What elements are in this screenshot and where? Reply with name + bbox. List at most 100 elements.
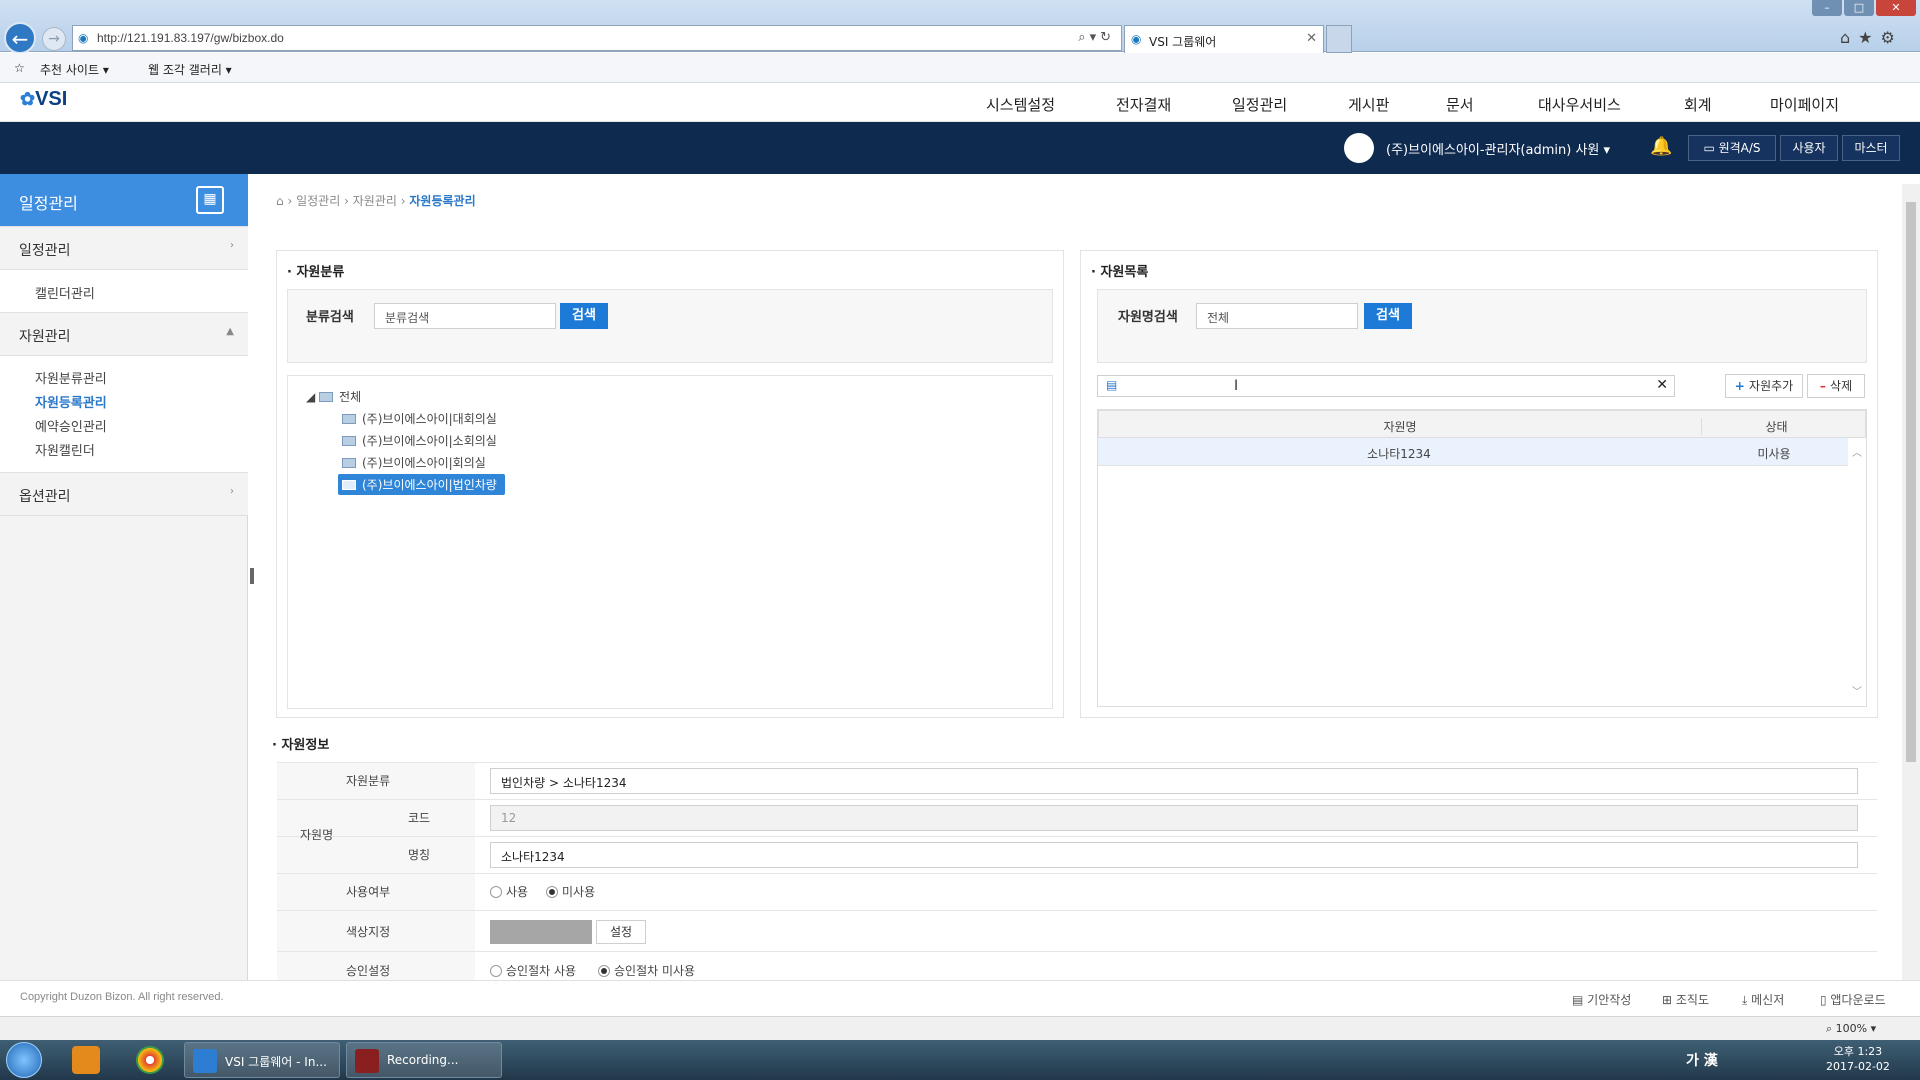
sidebar-group-schedule[interactable]: 일정관리 › [0,226,248,270]
home-icon[interactable]: ⌂ [276,194,284,208]
maximize-button[interactable]: □ [1844,0,1874,16]
sidebar-item-resource-register[interactable]: 자원등록관리 [35,392,107,411]
category-search-button[interactable]: 검색 [560,303,608,329]
tree-node[interactable]: (주)브이에스아이|회의실 [342,454,486,471]
breadcrumb-item[interactable]: 자원관리 [353,194,397,208]
favorite-item[interactable]: 추천 사이트 ▾ [40,61,109,78]
divider [277,873,1877,874]
sidebar-group-options[interactable]: 옵션관리 › [0,472,248,516]
category-search-label: 분류검색 [306,310,354,325]
address-tools-icon[interactable]: ⌕▾↻ [1078,30,1115,45]
usage-option-unused[interactable]: 미사용 [546,883,595,900]
breadcrumb-separator: › [287,194,293,208]
user-mode-button[interactable]: 사용자 [1780,135,1838,161]
new-tab-button[interactable] [1326,25,1352,53]
usage-option-use[interactable]: 사용 [490,883,528,900]
tree-node[interactable]: (주)브이에스아이|소회의실 [342,432,497,449]
footer-orgchart-link[interactable]: ⊞ 조직도 [1662,991,1709,1008]
nav-approval[interactable]: 전자결재 [1116,94,1171,115]
address-bar[interactable]: ◉ http://121.191.83.197/gw/bizbox.do ⌕▾↻ [72,25,1122,51]
tree-node-selected[interactable]: (주)브이에스아이|법인차량 [338,474,505,495]
footer-app-download-link[interactable]: ▯ 앱다운로드 [1820,991,1886,1008]
sidebar-item-resource-calendar[interactable]: 자원캘린더 [35,440,95,459]
nav-documents[interactable]: 문서 [1446,94,1474,115]
close-window-button[interactable]: ✕ [1876,0,1916,16]
home-icon[interactable]: ⌂ [1840,28,1858,47]
taskbar-task-recording[interactable]: Recording... [346,1042,502,1078]
task-label: Recording... [387,1053,459,1067]
calendar-icon[interactable]: ▦ [196,186,224,214]
notification-bell-icon[interactable]: 🔔 [1650,136,1672,157]
taskbar-task-ie[interactable]: VSI 그룹웨어 - In... [184,1042,340,1078]
scroll-up-icon[interactable]: ︿ [1852,444,1862,459]
download-icon: ⤓ [1742,993,1752,1007]
tab-close-icon[interactable]: ✕ [1306,31,1317,46]
nav-board[interactable]: 게시판 [1348,94,1389,115]
breadcrumb-item[interactable]: 일정관리 [296,194,340,208]
category-field-value: 법인차량 > 소나타1234 [490,768,1858,794]
tree-node[interactable]: (주)브이에스아이|대회의실 [342,410,497,427]
folder-icon [342,458,356,468]
clear-icon[interactable]: ✕ [1656,377,1668,393]
sidebar-header: 일정관리 ▦ [0,174,248,226]
start-button[interactable] [6,1042,42,1078]
settings-gear-icon[interactable]: ⚙ [1881,28,1903,47]
minimize-button[interactable]: – [1812,0,1842,16]
browser-tab[interactable]: ◉ VSI 그룹웨어 ✕ [1124,25,1324,53]
color-set-button[interactable]: 설정 [596,920,646,944]
media-player-icon[interactable] [72,1046,100,1074]
sidebar-collapse-handle[interactable] [250,568,254,584]
nav-mypage[interactable]: 마이페이지 [1770,94,1839,115]
zoom-level[interactable]: ⌕ 100% ▾ [1826,1022,1876,1036]
favorite-item[interactable]: 웹 조각 갤러리 ▾ [148,61,232,78]
scroll-down-icon[interactable]: ﹀ [1852,683,1862,698]
nav-system-settings[interactable]: 시스템설정 [986,94,1055,115]
favorites-star-icon[interactable]: ★ [1858,28,1880,47]
remote-support-button[interactable]: ▭ 원격A/S [1688,135,1776,161]
sidebar-item-calendar-manage[interactable]: 캘린더관리 [35,283,95,302]
footer-draft-link[interactable]: ▤ 기안작성 [1572,991,1631,1008]
master-mode-button[interactable]: 마스터 [1842,135,1900,161]
sidebar-item-resource-category[interactable]: 자원분류관리 [35,368,107,387]
logo[interactable]: ✿VSI [20,88,67,111]
zoom-value: 100% [1835,1022,1868,1035]
add-resource-button[interactable]: + 자원추가 [1725,374,1803,398]
forward-button[interactable]: → [42,27,66,51]
column-header-name[interactable]: 자원명 [1099,418,1701,435]
column-header-status[interactable]: 상태 [1701,418,1851,435]
grid-header: 자원명 상태 [1098,410,1866,438]
sidebar-group-resource[interactable]: 자원관리 ▲ [0,312,248,356]
chrome-icon[interactable] [136,1046,164,1074]
sidebar-item-reservation-approval[interactable]: 예약승인관리 [35,416,107,435]
tree-node-label: (주)브이에스아이|소회의실 [362,434,497,448]
clock[interactable]: 오후 1:23 2017-02-02 [1826,1044,1890,1074]
usage-label: 사용여부 [346,885,391,899]
approval-option-use[interactable]: 승인절차 사용 [490,962,576,979]
page-scrollbar[interactable] [1902,184,1920,980]
resource-filter-input[interactable]: ▤ I ✕ [1097,375,1675,397]
table-row[interactable]: 소나타1234 미사용 [1098,438,1848,466]
ime-indicator[interactable]: 가 漢 [1686,1050,1718,1070]
monitor-icon: ▭ [1703,141,1719,155]
delete-resource-button[interactable]: – 삭제 [1807,374,1865,398]
category-search-input[interactable]: 분류검색 [374,303,556,329]
resource-search-button[interactable]: 검색 [1364,303,1412,329]
tree-root[interactable]: ◢ 전체 [306,388,361,405]
collapse-arrow-icon[interactable]: ◢ [306,390,319,404]
scrollbar-thumb[interactable] [1906,202,1916,762]
title-field[interactable]: 소나타1234 [490,842,1858,868]
avatar[interactable] [1344,133,1374,163]
nav-staff-service[interactable]: 대사우서비스 [1538,94,1621,115]
back-button[interactable]: ← [4,22,36,54]
resource-list-panel: · 자원목록 자원명검색 전체 검색 ▤ I ✕ + 자원추가 – 삭제 자원명… [1080,250,1878,718]
app-header: ✿VSI 시스템설정 전자결재 일정관리 게시판 문서 대사우서비스 회계 마이… [0,84,1920,122]
user-menu[interactable]: (주)브이에스아이-관리자(admin) 사원 ▾ [1386,139,1610,158]
nav-schedule[interactable]: 일정관리 [1232,94,1287,115]
resource-search-input[interactable]: 전체 [1196,303,1358,329]
nav-accounting[interactable]: 회계 [1684,94,1712,115]
footer-messenger-link[interactable]: ⤓ 메신저 [1742,991,1784,1008]
favorites-star-icon[interactable]: ☆ [14,61,25,75]
approval-option-unused[interactable]: 승인절차 미사용 [598,962,695,979]
title-label: 명칭 [408,848,431,862]
color-label: 색상지정 [346,925,391,939]
